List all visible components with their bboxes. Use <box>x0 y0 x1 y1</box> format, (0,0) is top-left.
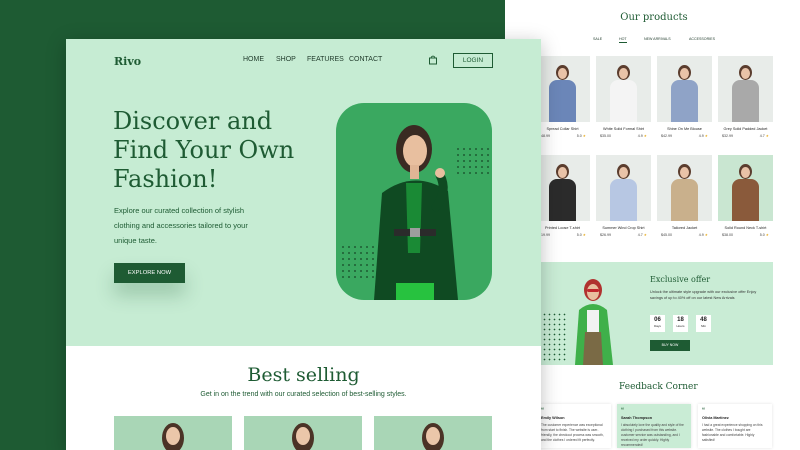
star-icon: ★ <box>765 233 769 237</box>
dot-pattern <box>340 244 378 280</box>
products-title: Our products <box>620 12 688 23</box>
product-card[interactable]: Printed Loose T-shirt $19.99 5.0 ★ <box>535 155 590 237</box>
product-rating: 4.9 <box>637 134 643 138</box>
product-card[interactable]: Grey Solid Padded Jacket $32.99 4.7 ★ <box>718 56 773 138</box>
star-icon: ★ <box>704 233 708 237</box>
product-name: Summer Wind Crop Shirt <box>602 226 645 230</box>
quote-icon: “ <box>702 408 705 414</box>
star-icon: ★ <box>704 134 708 138</box>
feedback-card: “ Olivia Martinez I had a great experien… <box>698 404 772 448</box>
tab-hot[interactable]: HOT <box>619 37 627 43</box>
quote-icon: “ <box>541 408 544 414</box>
best-selling-subtitle: Get in on the trend with our curated sel… <box>200 391 407 398</box>
shopping-bag-icon[interactable] <box>428 55 438 65</box>
product-image <box>596 155 651 221</box>
product-image <box>596 56 651 122</box>
product-card[interactable]: Solid Round Neck T-shirt $38.00 5.0 ★ <box>718 155 773 237</box>
countdown-days: 06 Days <box>650 315 665 332</box>
star-icon: ★ <box>765 134 769 138</box>
product-image <box>657 155 712 221</box>
product-price: $35.00 <box>600 134 611 138</box>
dot-pattern <box>455 146 493 174</box>
offer-title: Exclusive offer <box>650 275 711 284</box>
best-selling-card[interactable] <box>374 416 492 450</box>
nav-contact[interactable]: CONTACT <box>349 56 382 63</box>
product-rating: 4.7 <box>637 233 643 237</box>
tab-sale[interactable]: SALE <box>593 37 602 41</box>
countdown-hours: 18 Hours <box>673 315 688 332</box>
tab-new-arrivals[interactable]: NEW ARRIVALS <box>644 37 671 41</box>
feedback-card: “ Emily Wilson The customer experience w… <box>537 404 611 448</box>
nav-home[interactable]: HOME <box>243 56 264 63</box>
feedback-card: “ Sarah Thompson I absolutely love the q… <box>617 404 691 448</box>
product-image <box>535 155 590 221</box>
product-image <box>535 56 590 122</box>
offer-description: Unlock the ultimate style upgrade with o… <box>650 290 757 300</box>
brand-logo[interactable]: Rivo <box>114 55 141 68</box>
star-icon: ★ <box>582 233 586 237</box>
feedback-title: Feedback Corner <box>619 382 698 392</box>
product-rating: 4.9 <box>698 233 704 237</box>
product-price: $26.99 <box>600 233 611 237</box>
hero-title: Discover and Find Your Own Fashion! <box>113 107 295 193</box>
product-rating: 5.0 <box>576 134 582 138</box>
product-price: $42.99 <box>661 134 672 138</box>
product-image <box>657 56 712 122</box>
product-name: Spread Collar Shirt <box>546 127 579 131</box>
tab-accessories[interactable]: ACCESSORIES <box>689 37 715 41</box>
nav-shop[interactable]: SHOP <box>276 56 296 63</box>
landing-page: Rivo HOME SHOP FEATURES CONTACT LOGIN Di… <box>66 39 541 450</box>
star-icon: ★ <box>643 233 647 237</box>
product-image <box>718 155 773 221</box>
product-name: Tailored Jacket <box>671 226 698 230</box>
offer-model-image <box>575 279 613 365</box>
product-card[interactable]: Spread Collar Shirt $48.99 5.0 ★ <box>535 56 590 138</box>
best-selling-card[interactable] <box>114 416 232 450</box>
product-rating: 5.0 <box>759 233 765 237</box>
login-button[interactable]: LOGIN <box>453 53 493 68</box>
product-name: Shine On Me Blouse <box>667 127 702 131</box>
quote-icon: “ <box>621 408 624 414</box>
countdown-minutes: 48 Min <box>696 315 711 332</box>
product-price: $45.00 <box>661 233 672 237</box>
explore-now-button[interactable]: EXPLORE NOW <box>114 263 185 283</box>
product-name: Grey Solid Padded Jacket <box>723 127 768 131</box>
product-rating: 5.0 <box>576 233 582 237</box>
product-name: Solid Round Neck T-shirt <box>724 226 767 230</box>
nav-features[interactable]: FEATURES <box>307 56 344 63</box>
product-card[interactable]: White Solid Formal Shirt $35.00 4.9 ★ <box>596 56 651 138</box>
best-selling-card[interactable] <box>244 416 362 450</box>
product-price: $32.99 <box>722 134 733 138</box>
product-price: $38.00 <box>722 233 733 237</box>
product-rating: 4.9 <box>698 134 704 138</box>
product-card[interactable]: Shine On Me Blouse $42.99 4.9 ★ <box>657 56 712 138</box>
buy-now-button[interactable]: BUY NOW <box>650 340 690 351</box>
product-card[interactable]: Tailored Jacket $45.00 4.9 ★ <box>657 155 712 237</box>
product-card[interactable]: Summer Wind Crop Shirt $26.99 4.7 ★ <box>596 155 651 237</box>
hero-subtitle: Explore our curated collection of stylis… <box>114 206 248 245</box>
star-icon: ★ <box>643 134 647 138</box>
product-name: Printed Loose T-shirt <box>545 226 580 230</box>
product-image <box>718 56 773 122</box>
best-selling-title: Best selling <box>247 364 360 386</box>
product-rating: 4.7 <box>759 134 765 138</box>
product-name: White Solid Formal Shirt <box>603 127 644 131</box>
star-icon: ★ <box>582 134 586 138</box>
